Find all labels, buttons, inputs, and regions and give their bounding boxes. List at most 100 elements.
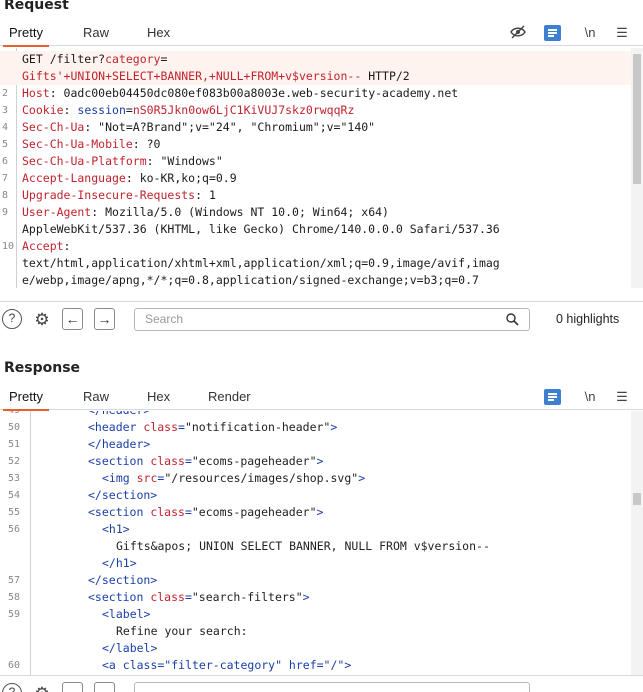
response-line-56: <h1> — [102, 522, 130, 536]
wrap-lines-icon[interactable] — [544, 25, 561, 41]
request-line-9: User-Agent: Mozilla/5.0 (Windows NT 10.0… — [22, 204, 389, 221]
line-number: 50 — [8, 422, 21, 433]
response-line-50: <header class="notification-header"> — [88, 419, 337, 436]
request-line-3: Cookie: session=nS0R5Jkn0ow6LjC1KiVUJ7sk… — [22, 102, 354, 119]
tab-response-pretty[interactable]: Pretty — [3, 384, 49, 411]
tab-response-render[interactable]: Render — [208, 384, 251, 410]
search-next-button[interactable]: → — [94, 682, 115, 692]
header-value: : Mozilla/5.0 (Windows NT 10.0; Win64; x… — [91, 205, 389, 219]
header-key: User-Agent — [22, 205, 92, 219]
header-key: Sec-Ch-Ua — [22, 120, 85, 134]
request-line-4: Sec-Ch-Ua: "Not=A?Brand";v="24", "Chromi… — [22, 119, 375, 136]
request-line-1-wrap: Gifts'+UNION+SELECT+BANNER,+NULL+FROM+v$… — [0, 68, 631, 85]
newline-toggle-button[interactable]: \n — [580, 25, 600, 41]
response-pane-title: Response — [4, 360, 81, 376]
header-key: Sec-Ch-Ua-Mobile — [22, 137, 133, 151]
attr-value: "notification-header" — [184, 420, 331, 434]
attr-equals: = — [178, 420, 185, 434]
eye-slash-icon[interactable] — [509, 25, 527, 41]
cookie-name: session — [77, 103, 126, 117]
header-value: : ?0 — [132, 137, 161, 151]
query-param-value: Gifts'+UNION+SELECT+BANNER,+NULL+FROM+v$… — [22, 69, 362, 83]
line-number: 58 — [8, 592, 21, 603]
header-value: : ko-KR,ko;q=0.9 — [125, 171, 237, 185]
header-key: Upgrade-Insecure-Requests — [22, 188, 196, 202]
request-search-input[interactable]: Search — [134, 308, 530, 331]
line-number: 9 — [2, 207, 9, 218]
wrap-lines-icon[interactable] — [544, 389, 561, 405]
line-number: 56 — [8, 524, 21, 535]
request-pane-title: Request — [4, 0, 69, 13]
request-scrollbar[interactable] — [631, 48, 643, 288]
header-value: : "Not=A?Brand";v="24", "Chromium";v="14… — [84, 120, 376, 134]
header-value: : 0adc00eb04450dc080ef083b00a8003e.web-s… — [49, 86, 459, 100]
attr-equals: = — [184, 454, 192, 468]
header-key: Cookie — [22, 103, 64, 117]
header-key: Accept — [22, 239, 64, 253]
tab-response-hex[interactable]: Hex — [147, 384, 170, 410]
help-icon[interactable]: ? — [2, 309, 22, 329]
request-line-8: Upgrade-Insecure-Requests: 1 — [22, 187, 216, 204]
tag-open: <section — [88, 454, 151, 468]
header-separator: : — [63, 103, 78, 117]
request-editor[interactable]: 1 2 3 4 5 6 7 8 9 10 GET /filter?categor… — [0, 48, 643, 288]
settings-gear-icon[interactable]: ⚙ — [32, 310, 52, 330]
cookie-value: nS0R5Jkn0ow6LjC1KiVUJ7skz0rwqqRz — [132, 103, 355, 117]
help-icon[interactable]: ? — [2, 683, 22, 692]
tag-open: <section — [88, 590, 151, 604]
tab-request-raw[interactable]: Raw — [83, 20, 109, 46]
line-number: 5 — [2, 139, 9, 150]
header-key: Sec-Ch-Ua-Platform — [22, 154, 147, 168]
line-number: 49 — [0, 411, 30, 419]
request-line-6: Sec-Ch-Ua-Platform: "Windows" — [22, 153, 223, 170]
response-line-59-close: </label> — [102, 641, 158, 655]
search-previous-button[interactable]: ← — [62, 308, 83, 330]
request-line-10-wrap-2: e/webp,image/apng,*/*;q=0.8,application/… — [22, 273, 479, 287]
tag-close: > — [358, 471, 366, 485]
response-line-59-text: Refine your search: — [116, 624, 248, 638]
response-scrollbar-thumb[interactable] — [633, 493, 641, 505]
request-tab-bar: Pretty Raw Hex \n ☰ — [0, 20, 643, 47]
response-line-59: <label> — [102, 607, 151, 621]
request-scrollbar-thumb[interactable] — [633, 54, 641, 184]
attr-name: src — [136, 471, 158, 485]
response-tab-bar: Pretty Raw Hex Render \n ☰ — [0, 384, 643, 411]
tag-close: > — [302, 590, 310, 604]
response-search-input[interactable] — [134, 682, 530, 692]
tab-request-pretty[interactable]: Pretty — [3, 20, 49, 47]
highlights-count: 0 highlights — [556, 312, 620, 326]
attr-equals: = — [184, 590, 192, 604]
line-number: 3 — [2, 105, 9, 116]
response-line-60: <a class="filter-category" href="/"> — [102, 658, 352, 672]
tab-request-hex[interactable]: Hex — [147, 20, 170, 46]
attr-equals: = — [184, 505, 192, 519]
settings-gear-icon[interactable]: ⚙ — [32, 684, 52, 692]
request-method-path: GET /filter? — [22, 52, 106, 66]
tag-open: <section — [88, 505, 151, 519]
hamburger-menu-icon[interactable]: ☰ — [615, 25, 629, 41]
hamburger-menu-icon[interactable]: ☰ — [615, 389, 629, 405]
attr-name: class — [143, 420, 179, 434]
search-next-button[interactable]: → — [94, 308, 115, 330]
search-previous-button[interactable]: ← — [62, 682, 83, 692]
attr-name: class — [150, 454, 185, 468]
header-key: Accept-Language — [22, 171, 126, 185]
line-number: 52 — [8, 456, 21, 467]
newline-toggle-button[interactable]: \n — [580, 389, 600, 405]
request-line-5: Sec-Ch-Ua-Mobile: ?0 — [22, 136, 160, 153]
line-number: 7 — [2, 173, 9, 184]
line-number: 53 — [8, 473, 21, 484]
line-number: 51 — [8, 439, 21, 450]
response-line-56-text: Gifts&apos; UNION SELECT BANNER, NULL FR… — [116, 539, 490, 553]
response-scrollbar[interactable] — [631, 411, 643, 675]
tab-response-raw[interactable]: Raw — [83, 384, 109, 410]
tag-close: > — [330, 420, 338, 434]
response-editor[interactable]: 49 50 51 52 53 54 55 56 57 58 59 60 </he… — [0, 411, 643, 675]
request-line-10-wrap: text/html,application/xhtml+xml,applicat… — [22, 256, 500, 270]
attr-value: "search-filters" — [191, 590, 303, 604]
request-line-9-wrap: AppleWebKit/537.36 (KHTML, like Gecko) C… — [22, 222, 500, 236]
response-line-58: <section class="search-filters"> — [88, 589, 310, 606]
request-line-2: Host: 0adc00eb04450dc080ef083b00a8003e.w… — [22, 85, 458, 102]
response-line-52: <section class="ecoms-pageheader"> — [88, 453, 323, 470]
cookie-equals: = — [125, 103, 133, 117]
